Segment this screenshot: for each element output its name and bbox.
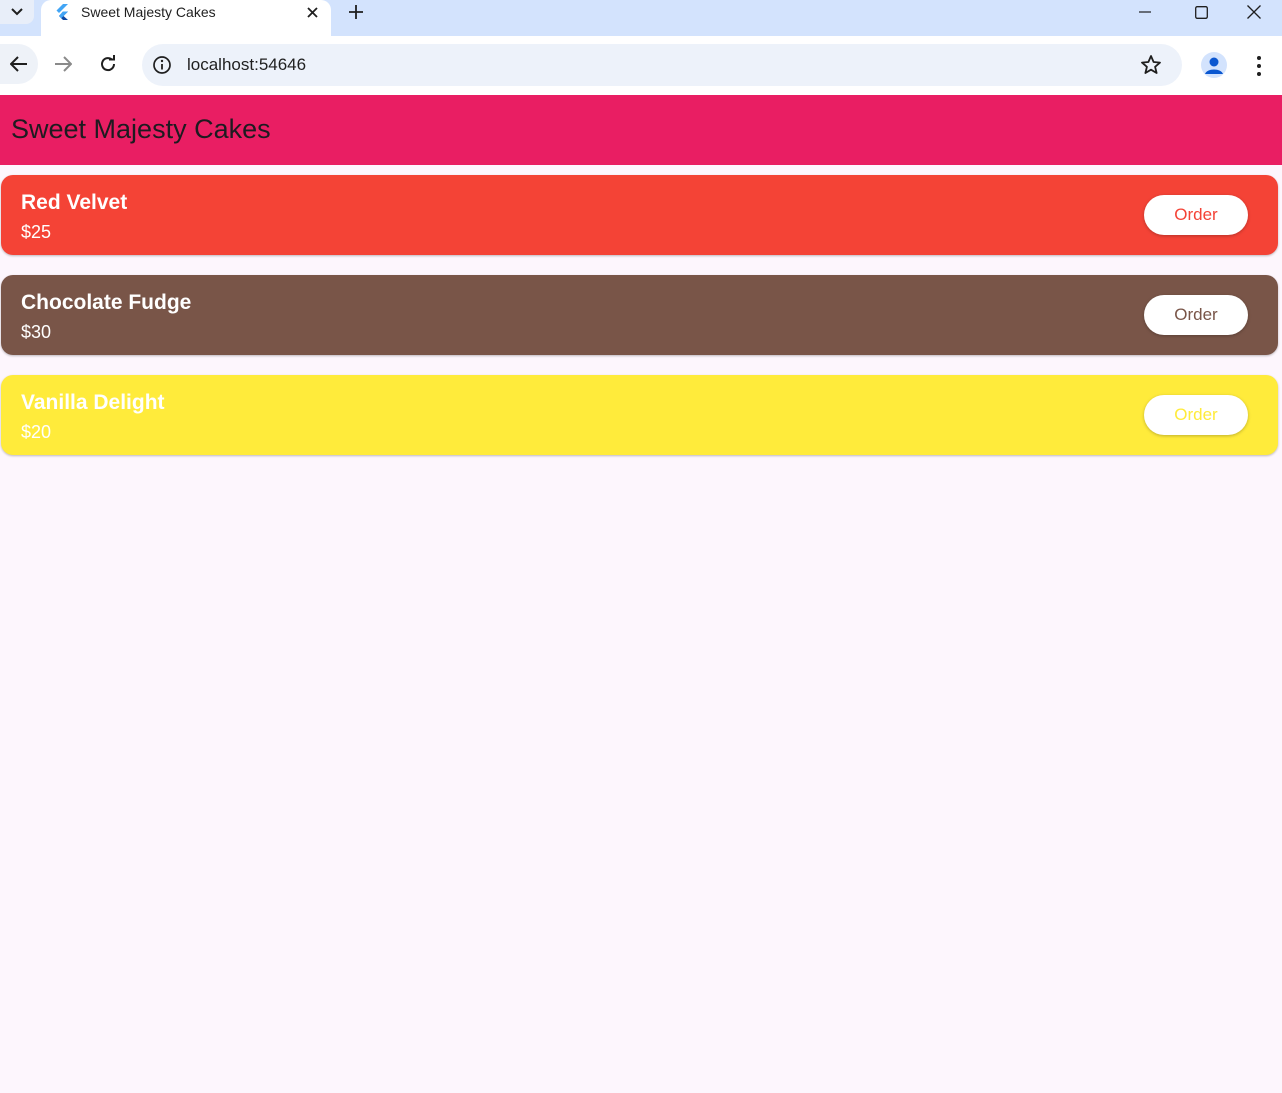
new-tab-button[interactable] [345,2,367,22]
forward-button[interactable] [45,44,81,84]
arrow-left-icon [10,56,27,72]
reload-icon [101,55,116,72]
more-vert-icon [1257,56,1261,76]
plus-icon [349,5,363,19]
tab-strip: Sweet Majesty Cakes [0,0,1282,36]
chevron-down-icon [11,8,23,16]
cake-name: Vanilla Delight [21,391,165,414]
minimize-button[interactable] [1117,0,1173,24]
cake-price: $25 [21,222,52,242]
profile-button[interactable] [1201,52,1227,78]
page-title: Sweet Majesty Cakes [11,114,271,144]
order-button-red-velvet[interactable]: Order [1144,195,1248,235]
url-text[interactable]: localhost:54646 [187,55,306,75]
tab-title: Sweet Majesty Cakes [81,4,216,20]
minimize-icon [1139,11,1151,13]
tab-search-button[interactable] [0,0,34,24]
address-bar[interactable]: localhost:54646 [142,44,1182,86]
cake-price: $20 [21,422,52,442]
maximize-icon [1194,5,1208,19]
cake-card-red-velvet: Red Velvet $25 Order [1,175,1278,255]
arrow-right-icon [55,56,72,72]
browser-tab[interactable]: Sweet Majesty Cakes [41,0,331,36]
flutter-icon [56,4,68,20]
order-button-chocolate-fudge[interactable]: Order [1144,295,1248,335]
browser-menu-button[interactable] [1250,54,1268,78]
back-button[interactable] [0,44,38,84]
cake-name: Chocolate Fudge [21,291,192,314]
reload-button[interactable] [90,44,126,84]
tab-close-button[interactable] [303,3,321,21]
app-bar: Sweet Majesty Cakes [0,95,1282,165]
avatar-icon [1205,57,1223,74]
maximize-button[interactable] [1173,0,1229,24]
cake-card-chocolate-fudge: Chocolate Fudge $30 Order [1,275,1278,355]
info-icon[interactable] [152,55,172,75]
cake-card-vanilla-delight: Vanilla Delight $20 Order [1,375,1278,455]
close-icon [306,6,318,18]
window-close-button[interactable] [1226,0,1282,24]
order-button-vanilla-delight[interactable]: Order [1144,395,1248,435]
browser-toolbar: localhost:54646 [0,36,1282,95]
star-icon[interactable] [1140,54,1162,76]
cake-name: Red Velvet [21,191,128,214]
close-icon [1247,5,1261,19]
cake-price: $30 [21,322,52,342]
